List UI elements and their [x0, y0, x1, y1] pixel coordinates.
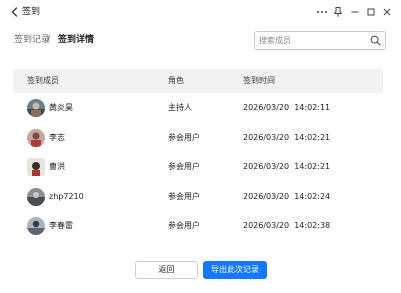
- header-role: 角色: [168, 76, 184, 85]
- avatar: [27, 217, 45, 235]
- pin-icon[interactable]: [331, 5, 345, 19]
- table-row: 黄炎昊 主持人 2026/03/20 14:02:11: [13, 93, 383, 123]
- member-role: 参会用户: [168, 132, 200, 142]
- breadcrumb-separator: /: [47, 35, 51, 45]
- checkin-time: 2026/03/20 14:02:38: [243, 221, 331, 230]
- member-name: zhp7210: [49, 191, 84, 201]
- checkin-table: 签到成员 角色 签到时间 黄炎昊 主持人 2026/03/20 14:02:11…: [13, 69, 383, 241]
- table-row: 曹洪 参会用户 2026/03/20 14:02:21: [13, 152, 383, 182]
- member-role: 参会用户: [168, 221, 200, 230]
- member-role: 参会用户: [168, 162, 200, 171]
- header-member: 签到成员: [27, 76, 59, 85]
- table-row: zhp7210 参会用户 2026/03/20 14:02:24: [13, 182, 383, 212]
- table-header: 签到成员 角色 签到时间: [13, 69, 383, 93]
- checkin-time: 2026/03/20 14:02:24: [243, 191, 331, 201]
- more-icon[interactable]: [315, 5, 329, 19]
- export-record-button[interactable]: 导出此次记录: [203, 261, 267, 279]
- avatar: [27, 128, 45, 147]
- member-name: 李春雷: [49, 221, 73, 230]
- window-title: 签到: [22, 7, 41, 17]
- search-icon[interactable]: [370, 35, 381, 46]
- search-box: [254, 31, 386, 50]
- header-time: 签到时间: [243, 76, 275, 85]
- back-button[interactable]: 返回: [135, 261, 198, 279]
- avatar: [27, 187, 45, 206]
- search-input[interactable]: [259, 34, 367, 47]
- breadcrumb-current: 签到详情: [58, 35, 95, 45]
- minimize-icon[interactable]: [348, 5, 362, 19]
- breadcrumb-parent-link[interactable]: 签到记录: [14, 34, 50, 47]
- member-role: 参会用户: [168, 191, 200, 201]
- checkin-time: 2026/03/20 14:02:11: [243, 103, 331, 112]
- avatar: [27, 99, 45, 117]
- close-icon[interactable]: [380, 5, 394, 19]
- back-arrow-icon[interactable]: [8, 5, 22, 19]
- table-row: 李春雷 参会用户 2026/03/20 14:02:38: [13, 211, 383, 241]
- member-name: 曹洪: [49, 162, 65, 171]
- checkin-time: 2026/03/20 14:02:21: [243, 132, 331, 142]
- table-row: 李志 参会用户 2026/03/20 14:02:21: [13, 123, 383, 153]
- member-name: 李志: [49, 132, 65, 142]
- maximize-icon[interactable]: [364, 5, 378, 19]
- title-bar: 签到: [0, 0, 401, 24]
- checkin-time: 2026/03/20 14:02:21: [243, 162, 331, 171]
- member-name: 黄炎昊: [49, 103, 73, 112]
- member-role: 主持人: [168, 103, 192, 112]
- avatar: [27, 158, 45, 176]
